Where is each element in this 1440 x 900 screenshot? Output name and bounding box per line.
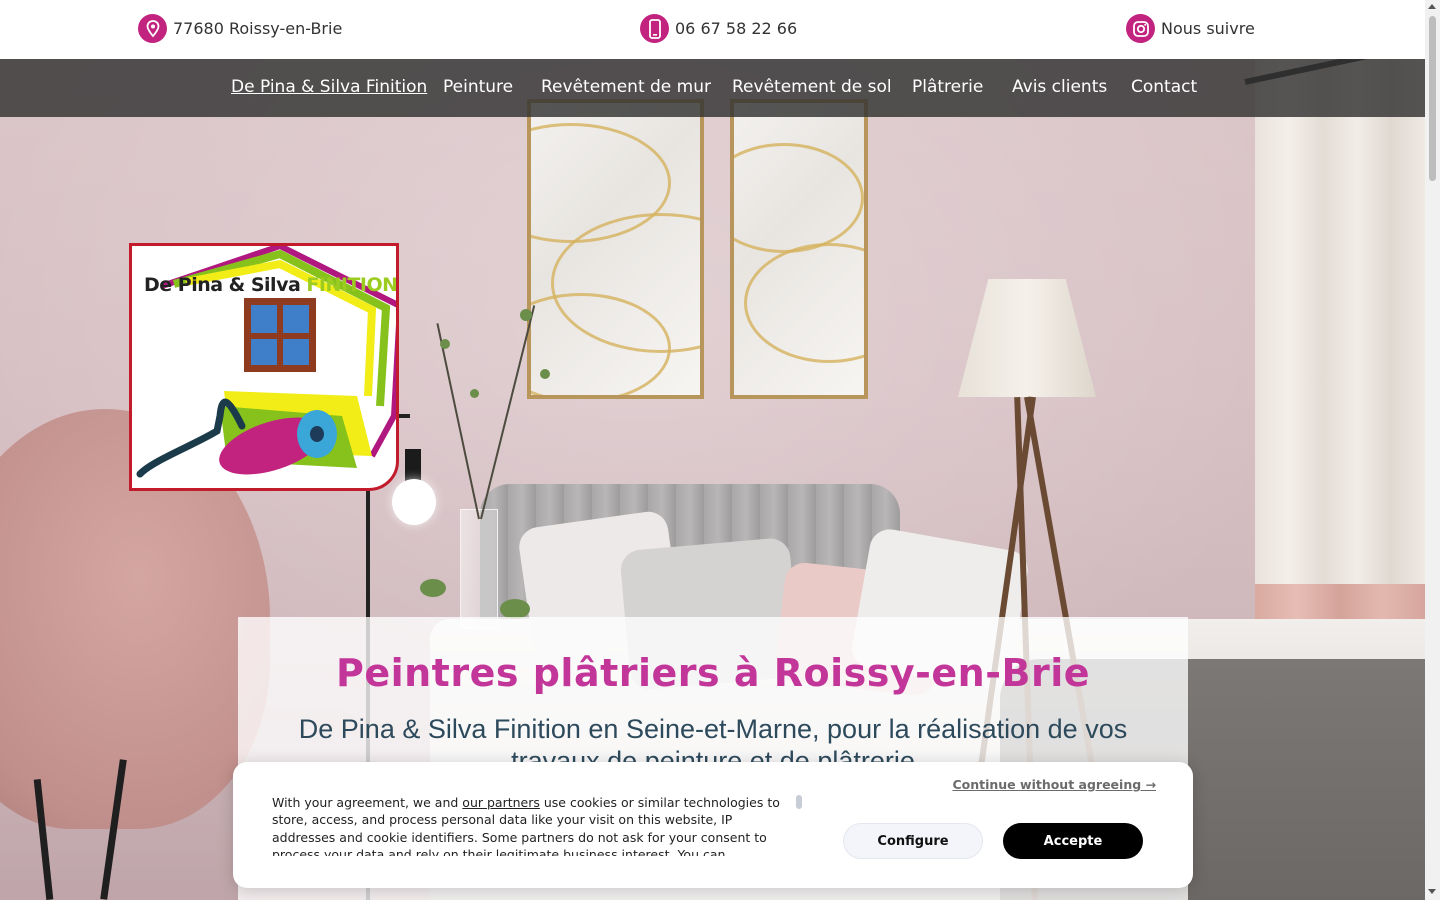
scroll-up-arrow-icon[interactable] [1428,4,1436,9]
social-follow[interactable]: Nous suivre [1126,14,1255,43]
logo-text-accent: FINITION [306,274,398,296]
nav-item-peinture[interactable]: Peinture [443,77,513,97]
page-scrollbar[interactable] [1425,0,1440,900]
cookie-consent-banner: With your agreement, we and our partners… [233,762,1193,888]
company-logo[interactable]: De Pina & Silva FINITION [129,243,399,491]
nav-item-contact[interactable]: Contact [1131,77,1197,97]
continue-without-agreeing-link[interactable]: Continue without agreeing → [952,777,1156,792]
nav-item-revetement-mur[interactable]: Revêtement de mur [541,77,711,97]
cookie-consent-text: With your agreement, we and our partners… [272,794,792,856]
bulb-socket [405,449,421,483]
cookie-text-scrollbar[interactable] [796,795,802,809]
location-info: 77680 Roissy-en-Brie [138,14,342,43]
nav-item-platrerie[interactable]: Plâtrerie [912,77,983,97]
phone-info[interactable]: 06 67 58 22 66 [640,14,797,43]
smartphone-icon [640,14,669,43]
cookie-text-part: With your agreement, we and [272,795,463,810]
plant-leaf [520,309,532,321]
wall-art-frame-right [730,99,868,399]
plant-leaf [470,389,479,398]
location-text: 77680 Roissy-en-Brie [173,19,343,38]
light-bulb [392,479,436,525]
partners-link[interactable]: our partners [462,795,540,810]
plant-leaf [540,369,550,379]
page-title: Peintres plâtriers à Roissy-en-Brie [335,651,1091,695]
main-navigation: De Pina & Silva Finition Peinture Revête… [0,59,1425,117]
accept-button[interactable]: Accepte [1003,823,1143,859]
top-contact-bar: 77680 Roissy-en-Brie 06 67 58 22 66 Nous… [0,0,1425,59]
plant-leaf [500,599,530,619]
nav-item-revetement-sol[interactable]: Revêtement de sol [732,77,892,97]
scrollbar-thumb[interactable] [1429,16,1436,181]
plant-leaf [440,339,450,349]
glass-vase [460,509,498,629]
plant-leaf [420,579,446,597]
logo-text-main: De Pina & Silva [144,274,301,296]
wall-art-frame-left [527,99,704,399]
scroll-down-arrow-icon[interactable] [1428,889,1436,894]
nav-item-home[interactable]: De Pina & Silva Finition [231,77,427,97]
instagram-icon[interactable] [1126,14,1155,43]
map-pin-icon [138,14,167,43]
logo-text: De Pina & Silva FINITION [144,274,398,296]
phone-text[interactable]: 06 67 58 22 66 [675,19,797,38]
configure-button[interactable]: Configure [843,823,983,859]
nav-item-avis-clients[interactable]: Avis clients [1012,77,1107,97]
social-text[interactable]: Nous suivre [1161,19,1255,38]
